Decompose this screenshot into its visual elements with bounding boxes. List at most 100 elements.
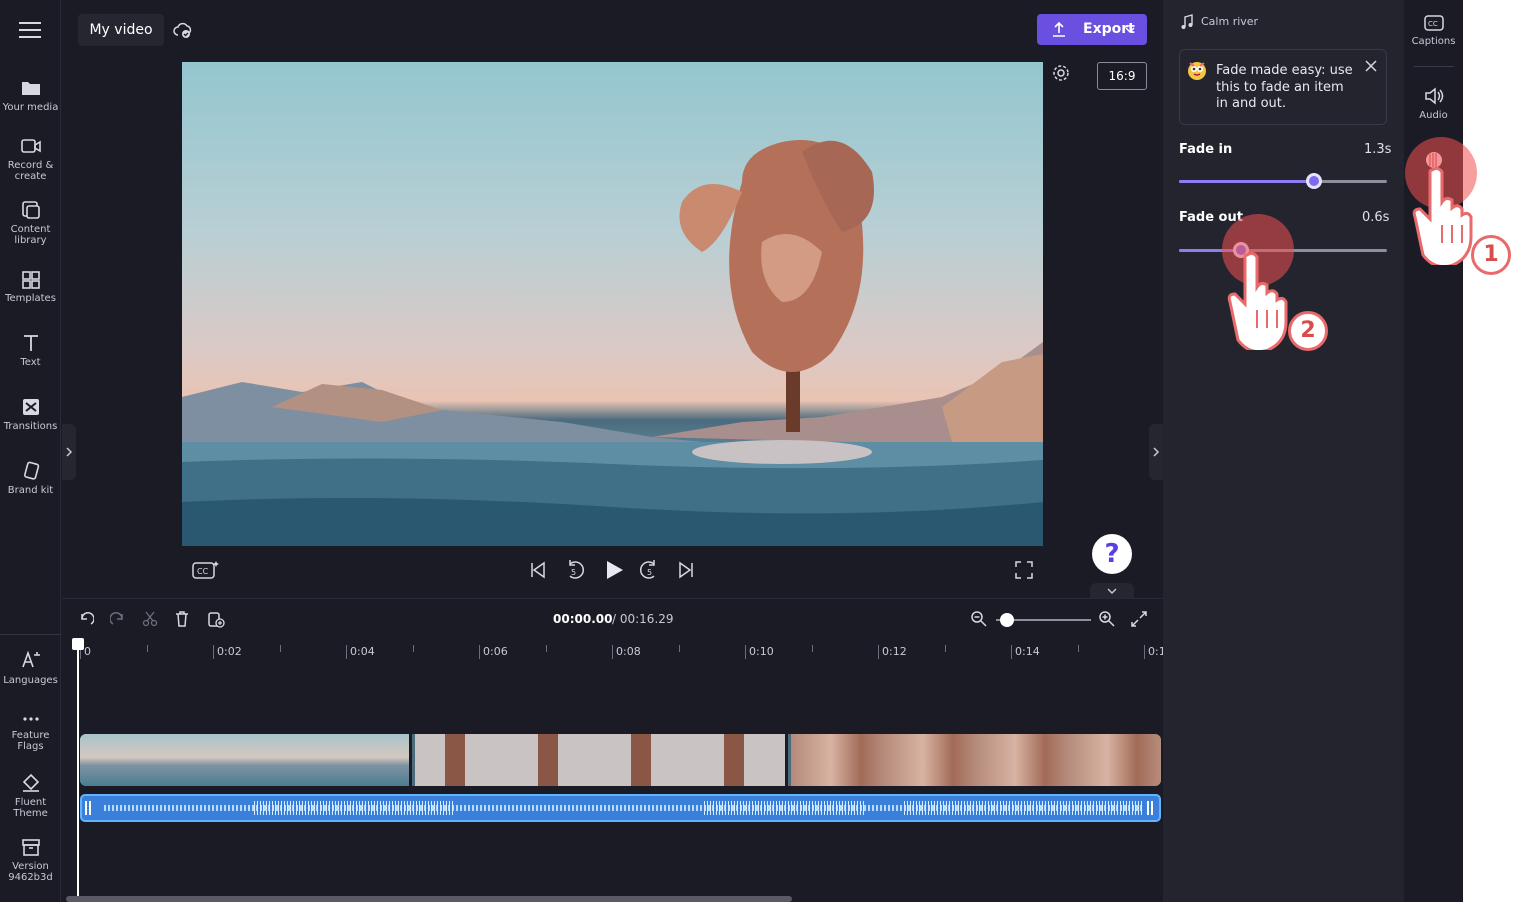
export-button[interactable]: Export bbox=[1037, 14, 1147, 45]
play-icon[interactable] bbox=[603, 560, 625, 580]
redo-icon[interactable] bbox=[110, 611, 126, 627]
help-button[interactable]: ? bbox=[1092, 534, 1132, 574]
cloud-saved-icon bbox=[173, 22, 192, 38]
ruler-tick bbox=[545, 645, 547, 652]
close-icon[interactable] bbox=[1364, 59, 1378, 73]
fade-in-slider-fill bbox=[1179, 180, 1315, 183]
forward-5-icon[interactable]: 5 bbox=[639, 558, 661, 582]
fullscreen-icon[interactable] bbox=[1015, 561, 1033, 579]
audio-trim-handle-left[interactable] bbox=[85, 801, 91, 815]
rail-your-media[interactable]: Your media bbox=[0, 78, 61, 113]
chevron-right-icon bbox=[1153, 447, 1160, 457]
rail-record-create[interactable]: Record & create bbox=[0, 136, 61, 182]
ruler-label: 0:12 bbox=[882, 645, 907, 658]
rail-label: Audio bbox=[1419, 110, 1448, 121]
rail-fluent-theme[interactable]: Fluent Theme bbox=[0, 773, 61, 819]
rail-label: Record & create bbox=[7, 160, 54, 182]
ruler-tick bbox=[1077, 645, 1079, 652]
split-icon[interactable] bbox=[142, 611, 158, 627]
upload-icon bbox=[1053, 21, 1065, 37]
ruler-label: 0 bbox=[84, 645, 91, 658]
ruler-label: 0:04 bbox=[350, 645, 375, 658]
zoom-in-icon[interactable] bbox=[1098, 610, 1116, 628]
duplicate-icon[interactable] bbox=[207, 610, 225, 628]
video-clip[interactable] bbox=[791, 734, 1161, 786]
svg-text:5: 5 bbox=[571, 568, 576, 577]
settings-icon[interactable] bbox=[1051, 63, 1071, 83]
project-title[interactable]: My video bbox=[78, 14, 164, 46]
templates-icon bbox=[21, 271, 40, 289]
rail-templates[interactable]: Templates bbox=[0, 269, 61, 304]
timeline-scrollbar[interactable] bbox=[66, 896, 792, 902]
audio-waveform bbox=[104, 801, 1144, 815]
rail-label: Feature Flags bbox=[11, 730, 50, 752]
rail-label: Text bbox=[20, 357, 41, 368]
rail-brand-kit[interactable]: Brand kit bbox=[0, 461, 61, 496]
rail-captions[interactable]: CC Captions bbox=[1404, 14, 1463, 47]
audio-clip-name: Calm river bbox=[1201, 15, 1259, 28]
rail-divider bbox=[0, 634, 61, 635]
expand-right-panel-button[interactable] bbox=[1149, 424, 1163, 480]
library-icon bbox=[21, 201, 40, 219]
video-preview[interactable] bbox=[182, 62, 1043, 546]
more-icon bbox=[22, 717, 39, 721]
rail-label: Languages bbox=[3, 675, 58, 686]
ruler-label: 0:02 bbox=[217, 645, 242, 658]
ruler-tick bbox=[146, 645, 148, 652]
undo-icon[interactable] bbox=[78, 611, 94, 627]
rail-label: Your media bbox=[2, 102, 59, 113]
rail-audio[interactable]: Audio bbox=[1404, 86, 1463, 121]
rail-languages[interactable]: Languages bbox=[0, 649, 61, 686]
rail-content-library[interactable]: Content library bbox=[0, 200, 61, 246]
languages-icon bbox=[21, 650, 40, 668]
tip-card: Fade made easy: use this to fade an item… bbox=[1179, 49, 1387, 125]
ruler-tick bbox=[479, 645, 480, 659]
skip-end-icon[interactable] bbox=[676, 561, 696, 579]
video-clip[interactable] bbox=[415, 734, 788, 786]
collapse-preview-button[interactable] bbox=[1090, 583, 1134, 599]
video-clip[interactable] bbox=[80, 734, 412, 786]
folder-icon bbox=[21, 82, 40, 95]
captions-ai-icon[interactable]: CC bbox=[192, 560, 220, 580]
paint-bucket-icon bbox=[22, 773, 39, 792]
skip-start-icon[interactable] bbox=[528, 561, 548, 579]
tip-text: Fade made easy: use this to fade an item… bbox=[1216, 63, 1353, 111]
ruler-tick bbox=[279, 645, 281, 652]
captions-icon: CC bbox=[1423, 15, 1444, 31]
rail-label: Templates bbox=[5, 293, 56, 304]
ruler-tick bbox=[612, 645, 613, 659]
chevron-down-icon bbox=[1107, 588, 1117, 594]
fade-out-value: 0.6s bbox=[1362, 210, 1390, 225]
video-track[interactable] bbox=[80, 734, 1161, 786]
ruler-label: 0:10 bbox=[749, 645, 774, 658]
left-rail: Your media Record & create Content libra… bbox=[0, 0, 61, 902]
zoom-out-icon[interactable] bbox=[970, 610, 988, 628]
right-rail: CC Captions Audio Fa S bbox=[1404, 0, 1463, 902]
emoji-icon bbox=[1188, 62, 1206, 80]
svg-text:CC: CC bbox=[197, 567, 209, 576]
playhead[interactable] bbox=[77, 640, 79, 902]
ruler-label: 0:06 bbox=[483, 645, 508, 658]
rail-transitions[interactable]: Transitions bbox=[0, 397, 61, 432]
audio-track[interactable] bbox=[80, 794, 1161, 822]
rail-label: Brand kit bbox=[7, 485, 54, 496]
zoom-slider[interactable] bbox=[996, 613, 1091, 627]
ruler-tick bbox=[745, 645, 746, 659]
brand-kit-icon bbox=[23, 461, 39, 480]
menu-icon[interactable] bbox=[19, 22, 41, 38]
ruler-tick bbox=[1144, 645, 1145, 659]
expand-left-panel-button[interactable] bbox=[62, 424, 76, 480]
ruler-tick bbox=[678, 645, 680, 652]
fit-timeline-icon[interactable] bbox=[1130, 610, 1148, 628]
delete-icon[interactable] bbox=[174, 610, 190, 627]
playhead-handle[interactable] bbox=[72, 638, 84, 650]
rail-feature-flags[interactable]: Feature Flags bbox=[0, 712, 61, 752]
ruler-tick bbox=[1011, 645, 1012, 659]
rail-text[interactable]: Text bbox=[0, 333, 61, 368]
aspect-ratio-button[interactable]: 16:9 bbox=[1097, 62, 1147, 90]
audio-trim-handle-right[interactable] bbox=[1147, 801, 1153, 815]
svg-text:5: 5 bbox=[647, 568, 652, 577]
transitions-icon bbox=[22, 399, 39, 415]
properties-panel bbox=[1163, 0, 1404, 902]
rewind-5-icon[interactable]: 5 bbox=[563, 558, 585, 582]
